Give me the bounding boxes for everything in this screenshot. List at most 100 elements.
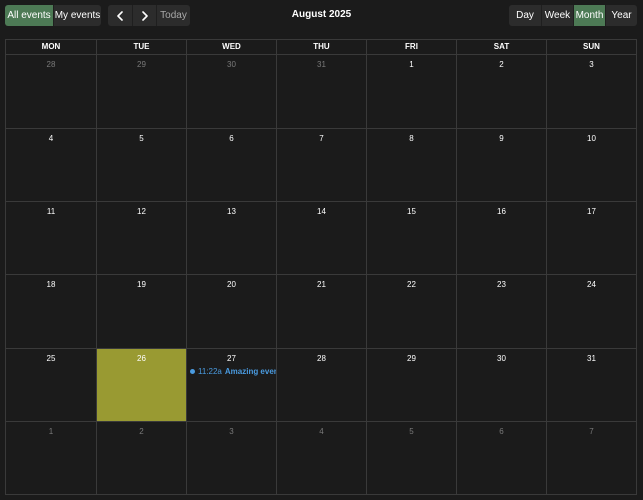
day-cell[interactable]: 16 bbox=[456, 202, 546, 275]
weekday-label: SUN bbox=[546, 40, 636, 54]
day-cell-today[interactable]: 26 bbox=[96, 348, 186, 421]
day-cell[interactable]: 4 bbox=[6, 129, 96, 201]
day-number: 4 bbox=[319, 426, 324, 436]
month-grid: MON TUE WED THU FRI SAT SUN 28 29 30 31 1 2 3 4… bbox=[5, 39, 637, 495]
day-cell[interactable]: 9 bbox=[456, 129, 546, 202]
day-cell[interactable]: 20 bbox=[186, 275, 276, 348]
day-cell[interactable]: 12 bbox=[96, 202, 186, 275]
day-number: 30 bbox=[227, 60, 236, 69]
day-cell[interactable]: 23 bbox=[456, 275, 546, 348]
day-number: 27 bbox=[227, 353, 236, 363]
week-view-button[interactable]: Week bbox=[541, 5, 573, 26]
day-cell[interactable]: 28 bbox=[276, 348, 366, 421]
day-number: 6 bbox=[499, 426, 504, 436]
day-number: 1 bbox=[409, 60, 414, 69]
day-cell[interactable]: 24 bbox=[546, 275, 636, 348]
day-cell[interactable]: 30 bbox=[456, 348, 546, 421]
day-number: 29 bbox=[137, 60, 146, 69]
day-cell[interactable]: 21 bbox=[276, 275, 366, 348]
day-number: 5 bbox=[409, 426, 414, 436]
day-cell[interactable]: 7 bbox=[276, 129, 366, 202]
previous-month-button[interactable] bbox=[108, 5, 132, 26]
day-cell[interactable]: 28 bbox=[6, 55, 96, 128]
day-cell[interactable]: 1 bbox=[6, 422, 96, 494]
event-time: 11:22a bbox=[198, 366, 222, 376]
day-number: 18 bbox=[46, 280, 56, 290]
day-number: 10 bbox=[587, 134, 596, 144]
week-row: 1 2 3 4 5 6 7 bbox=[6, 420, 636, 494]
day-number: 28 bbox=[317, 353, 326, 363]
day-cell[interactable]: 5 bbox=[96, 129, 186, 202]
day-cell[interactable]: 3 bbox=[186, 421, 276, 494]
day-cell[interactable]: 13 bbox=[186, 202, 276, 275]
day-number: 21 bbox=[317, 280, 326, 290]
day-cell[interactable]: 6 bbox=[456, 421, 546, 494]
calendar-event[interactable]: 11:22a Amazing event bbox=[187, 367, 276, 376]
day-cell[interactable]: 14 bbox=[276, 202, 366, 275]
day-cell[interactable]: 29 bbox=[366, 348, 456, 421]
day-number: 30 bbox=[497, 353, 506, 363]
day-cell[interactable]: 11 bbox=[6, 202, 96, 274]
day-number: 2 bbox=[499, 60, 504, 69]
day-number: 6 bbox=[229, 134, 234, 144]
weeks-container: 28 29 30 31 1 2 3 4 5 6 7 8 9 10 11 12 13 14 15 16 17 18 19 20 2… bbox=[6, 55, 636, 494]
day-number: 19 bbox=[137, 280, 146, 290]
month-view-button[interactable]: Month bbox=[573, 5, 605, 26]
day-cell[interactable]: 8 bbox=[366, 129, 456, 202]
weekday-header: MON TUE WED THU FRI SAT SUN bbox=[6, 40, 636, 55]
today-button[interactable]: Today bbox=[156, 5, 190, 26]
day-number: 5 bbox=[139, 134, 144, 144]
day-number: 24 bbox=[587, 280, 596, 290]
weekday-label: THU bbox=[276, 40, 366, 54]
day-cell[interactable]: 30 bbox=[186, 55, 276, 129]
day-number: 1 bbox=[48, 426, 54, 436]
day-cell[interactable]: 18 bbox=[6, 275, 96, 347]
day-cell[interactable]: 3 bbox=[546, 55, 636, 129]
day-cell[interactable]: 27 11:22a Amazing event bbox=[186, 348, 276, 421]
day-cell[interactable]: 1 bbox=[366, 55, 456, 129]
day-number: 3 bbox=[589, 60, 594, 69]
day-number: 2 bbox=[139, 426, 144, 436]
day-number: 22 bbox=[407, 280, 416, 290]
next-month-button[interactable] bbox=[132, 5, 156, 26]
day-number: 9 bbox=[499, 134, 504, 144]
day-cell[interactable]: 5 bbox=[366, 421, 456, 494]
day-cell[interactable]: 2 bbox=[96, 421, 186, 494]
day-number: 20 bbox=[227, 280, 236, 290]
day-cell[interactable]: 6 bbox=[186, 129, 276, 202]
day-number: 31 bbox=[587, 353, 596, 363]
day-cell[interactable]: 4 bbox=[276, 421, 366, 494]
weekday-label: SAT bbox=[456, 40, 546, 54]
day-number: 7 bbox=[319, 134, 324, 144]
view-switcher: Day Week Month Year bbox=[509, 5, 637, 26]
day-cell[interactable]: 15 bbox=[366, 202, 456, 275]
day-number: 13 bbox=[227, 207, 236, 217]
week-row: 28 29 30 31 1 2 3 bbox=[6, 55, 636, 129]
day-view-button[interactable]: Day bbox=[509, 5, 541, 26]
chevron-right-icon bbox=[141, 10, 148, 21]
my-events-button[interactable]: My events bbox=[53, 5, 101, 26]
day-cell[interactable]: 10 bbox=[546, 129, 636, 202]
day-number: 31 bbox=[317, 60, 326, 69]
event-title: Amazing event bbox=[224, 366, 276, 376]
weekday-label: MON bbox=[41, 42, 61, 51]
day-number: 25 bbox=[46, 353, 56, 363]
day-number: 17 bbox=[587, 207, 596, 217]
day-number: 8 bbox=[409, 134, 414, 144]
day-cell[interactable]: 17 bbox=[546, 202, 636, 275]
day-number: 15 bbox=[407, 207, 416, 217]
day-cell[interactable]: 25 bbox=[6, 349, 96, 421]
year-view-button[interactable]: Year bbox=[605, 5, 637, 26]
day-number: 28 bbox=[46, 60, 56, 69]
day-cell[interactable]: 22 bbox=[366, 275, 456, 348]
day-number: 16 bbox=[497, 207, 506, 217]
all-events-button[interactable]: All events bbox=[5, 5, 53, 26]
week-row: 18 19 20 21 22 23 24 bbox=[6, 274, 636, 348]
day-cell[interactable]: 19 bbox=[96, 275, 186, 348]
day-cell[interactable]: 29 bbox=[96, 55, 186, 129]
day-cell[interactable]: 31 bbox=[276, 55, 366, 129]
day-number: 4 bbox=[48, 134, 54, 144]
day-cell[interactable]: 2 bbox=[456, 55, 546, 129]
day-cell[interactable]: 7 bbox=[546, 421, 636, 494]
day-cell[interactable]: 31 bbox=[546, 348, 636, 421]
